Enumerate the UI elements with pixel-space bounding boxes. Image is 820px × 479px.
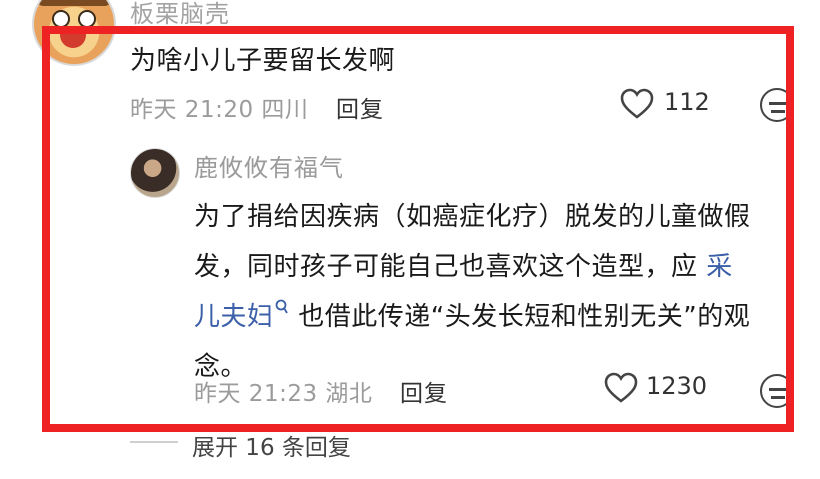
reply-line: 发，同时孩子可能自己也喜欢这个造型，应 采 [194,252,733,282]
username[interactable]: 板栗脑壳 [130,0,230,29]
comment-meta: 昨天 21:23 湖北 [194,381,373,407]
reply-text: 为了捐给因疾病（如癌症化疗）脱发的儿童做假 发，同时孩子可能自己也喜欢这个造型，… [194,192,804,392]
reply-button[interactable]: 回复 [400,374,448,408]
username[interactable]: 鹿攸攸有福气 [194,148,344,183]
like-count: 1230 [646,372,708,400]
reply-button[interactable]: 回复 [336,90,384,124]
dislike-face-icon[interactable] [760,88,794,122]
comment-meta: 昨天 21:20 四川 [130,97,309,123]
dislike-face-icon[interactable] [760,374,794,408]
heart-icon[interactable] [604,372,638,404]
avatar[interactable] [32,0,116,66]
heart-icon[interactable] [620,88,654,120]
reply-line: 儿夫妇 也借此传递“头发长短和性别无关”的观 [194,292,804,342]
mention-link[interactable]: 采 [706,252,733,282]
search-mention-icon[interactable] [274,298,290,316]
mention-link[interactable]: 儿夫妇 [194,302,274,332]
divider [130,441,178,443]
comment-text: 为啥小儿子要留长发啊 [130,46,396,76]
avatar[interactable] [130,148,180,198]
reply-line: 为了捐给因疾病（如癌症化疗）脱发的儿童做假 [194,202,751,232]
like-count: 112 [664,88,710,116]
expand-replies-button[interactable]: 展开 16 条回复 [192,428,351,462]
